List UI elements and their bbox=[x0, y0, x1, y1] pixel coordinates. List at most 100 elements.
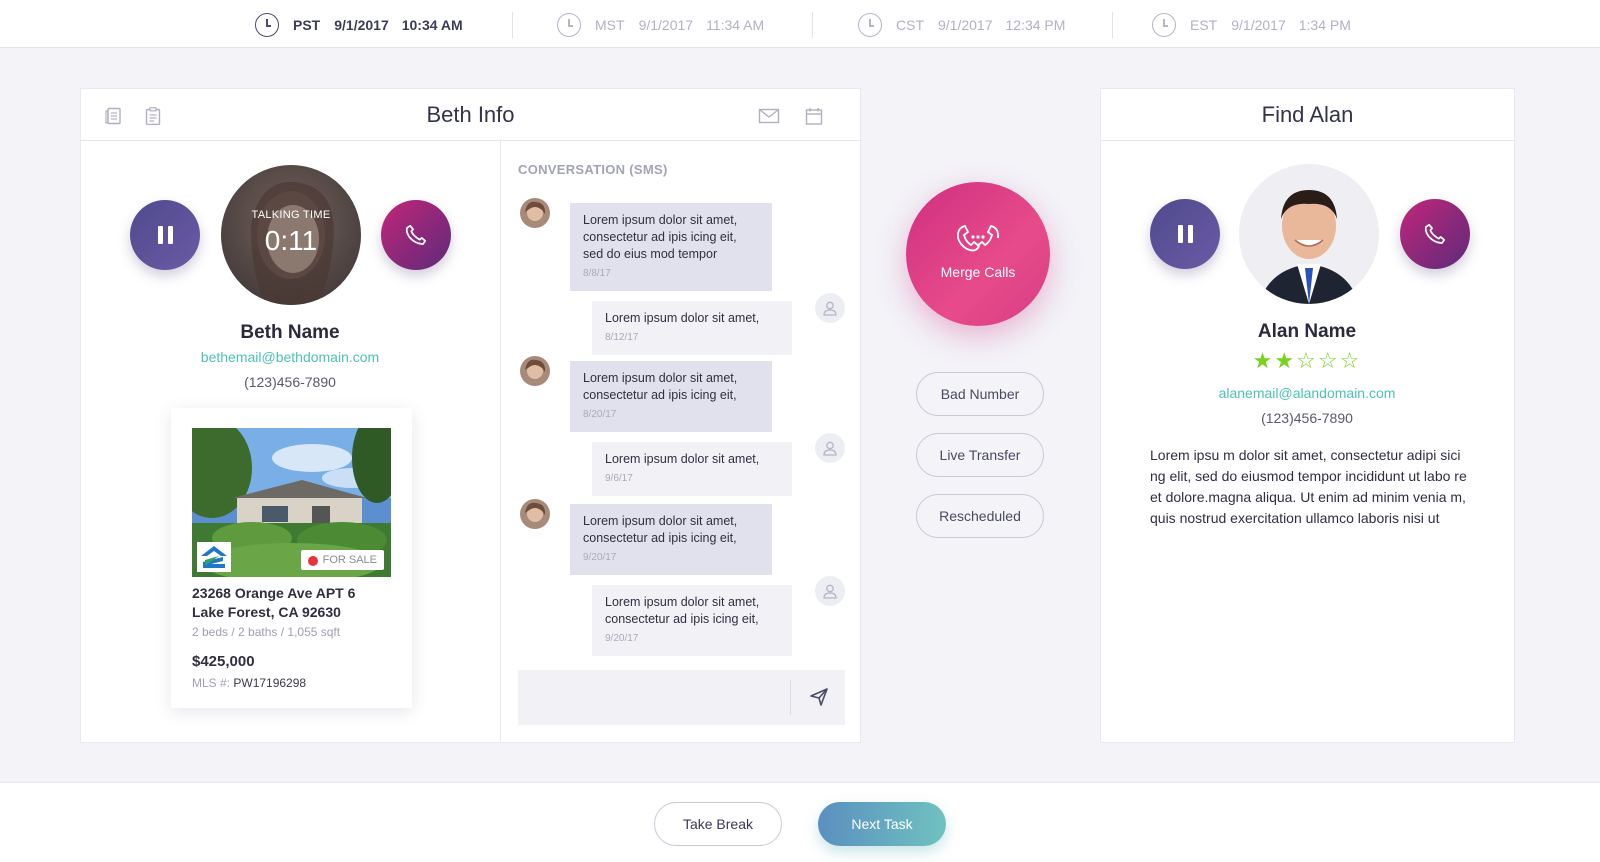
timezone-est: EST 9/1/2017 1:34 PM bbox=[1152, 12, 1365, 38]
beth-phone: (123)456-7890 bbox=[244, 374, 336, 390]
card-title: Find Alan bbox=[1261, 102, 1354, 127]
user-avatar-icon bbox=[815, 293, 845, 323]
card-header: Beth Info bbox=[81, 89, 860, 141]
sender-avatar bbox=[520, 198, 550, 228]
clock-icon bbox=[1152, 13, 1176, 37]
calendar-icon[interactable] bbox=[805, 107, 823, 125]
listing-card[interactable]: FOR SALE 23268 Orange Ave APT 6 Lake For… bbox=[171, 408, 412, 708]
timezone-pst: PST 9/1/2017 10:34 AM bbox=[255, 12, 477, 38]
message-incoming: Lorem ipsum dolor sit amet, consectetur … bbox=[570, 361, 772, 432]
message-timestamp: 9/6/17 bbox=[605, 473, 633, 484]
bad-number-button[interactable]: Bad Number bbox=[916, 372, 1044, 416]
star-filled-icon: ★ bbox=[1274, 348, 1297, 373]
message-incoming: Lorem ipsum dolor sit amet, consectetur … bbox=[570, 504, 772, 575]
timezone-cst: CST 9/1/2017 12:34 PM bbox=[858, 12, 1079, 38]
timezone-date: 9/1/2017 bbox=[1231, 17, 1286, 33]
beth-email[interactable]: bethemail@bethdomain.com bbox=[80, 349, 500, 365]
phone-icon bbox=[1424, 223, 1446, 244]
beth-pause-button[interactable] bbox=[130, 200, 200, 270]
card-header: Find Alan bbox=[1101, 89, 1514, 141]
message-outgoing: Lorem ipsum dolor sit amet, 8/12/17 bbox=[592, 301, 792, 355]
listing-specs: 2 beds / 2 baths / 1,055 sqft bbox=[192, 625, 341, 639]
conversation-title: CONVERSATION (SMS) bbox=[518, 162, 668, 177]
message-outgoing: Lorem ipsum dolor sit amet, consectetur … bbox=[592, 585, 792, 656]
alan-avatar bbox=[1239, 164, 1379, 304]
timezone-bar: PST 9/1/2017 10:34 AM MST 9/1/2017 11:34… bbox=[0, 0, 1600, 48]
clock-icon bbox=[255, 13, 279, 37]
star-filled-icon: ★ bbox=[1252, 348, 1275, 373]
message-timestamp: 8/8/17 bbox=[583, 268, 611, 279]
timezone-time: 10:34 AM bbox=[401, 17, 463, 33]
timezone-label: EST bbox=[1190, 17, 1218, 33]
timezone-mst: MST 9/1/2017 11:34 AM bbox=[557, 12, 778, 38]
zillow-logo bbox=[197, 542, 231, 572]
timezone-label: PST bbox=[293, 17, 321, 33]
timezone-date: 9/1/2017 bbox=[334, 17, 389, 33]
message-incoming: Lorem ipsum dolor sit amet, consectetur … bbox=[570, 203, 772, 291]
take-break-button[interactable]: Take Break bbox=[654, 802, 782, 846]
alan-call-button[interactable] bbox=[1400, 199, 1470, 269]
message-input[interactable] bbox=[518, 670, 788, 725]
user-avatar-icon bbox=[815, 433, 845, 463]
star-empty-icon: ☆ bbox=[1317, 348, 1340, 373]
send-icon[interactable] bbox=[809, 687, 829, 712]
clock-icon bbox=[858, 13, 882, 37]
sender-avatar bbox=[520, 499, 550, 529]
address-line1: 23268 Orange Ave APT 6 bbox=[192, 585, 356, 601]
timezone-label: MST bbox=[595, 17, 625, 33]
timezone-label: CST bbox=[896, 17, 924, 33]
beth-call-button[interactable] bbox=[381, 200, 451, 270]
timezone-date: 9/1/2017 bbox=[638, 17, 694, 33]
mail-icon[interactable] bbox=[758, 107, 780, 125]
panel-divider bbox=[500, 140, 501, 742]
message-outgoing: Lorem ipsum dolor sit amet, 9/6/17 bbox=[592, 442, 792, 496]
message-text: Lorem ipsum dolor sit amet, consectetur … bbox=[583, 371, 738, 402]
message-text: Lorem ipsum dolor sit amet, consectetur … bbox=[583, 514, 738, 545]
listing-price: $425,000 bbox=[192, 653, 255, 670]
star-empty-icon: ☆ bbox=[1296, 348, 1318, 373]
card-title: Beth Info bbox=[426, 102, 515, 127]
mls-label: MLS #: bbox=[192, 676, 231, 690]
clock-icon bbox=[557, 13, 581, 37]
rescheduled-button[interactable]: Rescheduled bbox=[916, 494, 1044, 538]
timezone-time: 1:34 PM bbox=[1298, 17, 1351, 33]
pause-icon bbox=[1177, 225, 1193, 243]
pause-icon bbox=[157, 226, 173, 244]
message-timestamp: 9/20/17 bbox=[605, 633, 639, 644]
timezone-time: 11:34 AM bbox=[706, 17, 765, 33]
beth-name: Beth Name bbox=[240, 322, 340, 343]
live-transfer-button[interactable]: Live Transfer bbox=[916, 433, 1044, 477]
merge-calls-label: Merge Calls bbox=[940, 264, 1016, 280]
beth-avatar: TALKING TIME 0:11 bbox=[221, 165, 361, 305]
message-text: Lorem ipsum dolor sit amet, consectetur … bbox=[605, 595, 760, 626]
talking-time-value: 0:11 bbox=[264, 225, 318, 256]
message-timestamp: 8/12/17 bbox=[605, 332, 639, 343]
user-avatar-icon bbox=[815, 576, 845, 606]
timezone-date: 9/1/2017 bbox=[938, 17, 993, 33]
star-empty-icon: ☆ bbox=[1339, 348, 1362, 373]
merge-calls-icon bbox=[953, 222, 1003, 261]
message-text: Lorem ipsum dolor sit amet, bbox=[605, 452, 760, 466]
message-text: Lorem ipsum dolor sit amet, bbox=[605, 311, 760, 325]
alan-pause-button[interactable] bbox=[1150, 199, 1220, 269]
alan-phone: (123)456-7890 bbox=[1261, 410, 1353, 426]
alan-bio: Lorem ipsu m dolor sit amet, consectetur… bbox=[1150, 447, 1467, 526]
talking-time-label: TALKING TIME bbox=[251, 209, 331, 221]
phone-icon bbox=[405, 224, 427, 245]
address-line2: Lake Forest, CA 92630 bbox=[192, 604, 341, 620]
sender-avatar bbox=[520, 356, 550, 386]
mls-value: PW17196298 bbox=[233, 676, 307, 690]
merge-calls-button[interactable]: Merge Calls bbox=[906, 182, 1050, 326]
footer-bar bbox=[0, 782, 1600, 862]
alan-name: Alan Name bbox=[1257, 321, 1357, 342]
message-timestamp: 9/20/17 bbox=[583, 552, 617, 563]
next-task-button[interactable]: Next Task bbox=[818, 802, 946, 846]
timezone-time: 12:34 PM bbox=[1005, 17, 1066, 33]
house-photo: FOR SALE bbox=[192, 428, 391, 577]
listing-mls: MLS #: PW17196298 bbox=[192, 676, 306, 690]
alan-email[interactable]: alanemail@alandomain.com bbox=[1100, 385, 1514, 401]
message-compose bbox=[518, 670, 845, 725]
listing-address: 23268 Orange Ave APT 6 Lake Forest, CA 9… bbox=[192, 584, 355, 622]
rating-stars: ★★☆☆☆ bbox=[1100, 348, 1514, 374]
for-sale-badge: FOR SALE bbox=[300, 550, 384, 570]
